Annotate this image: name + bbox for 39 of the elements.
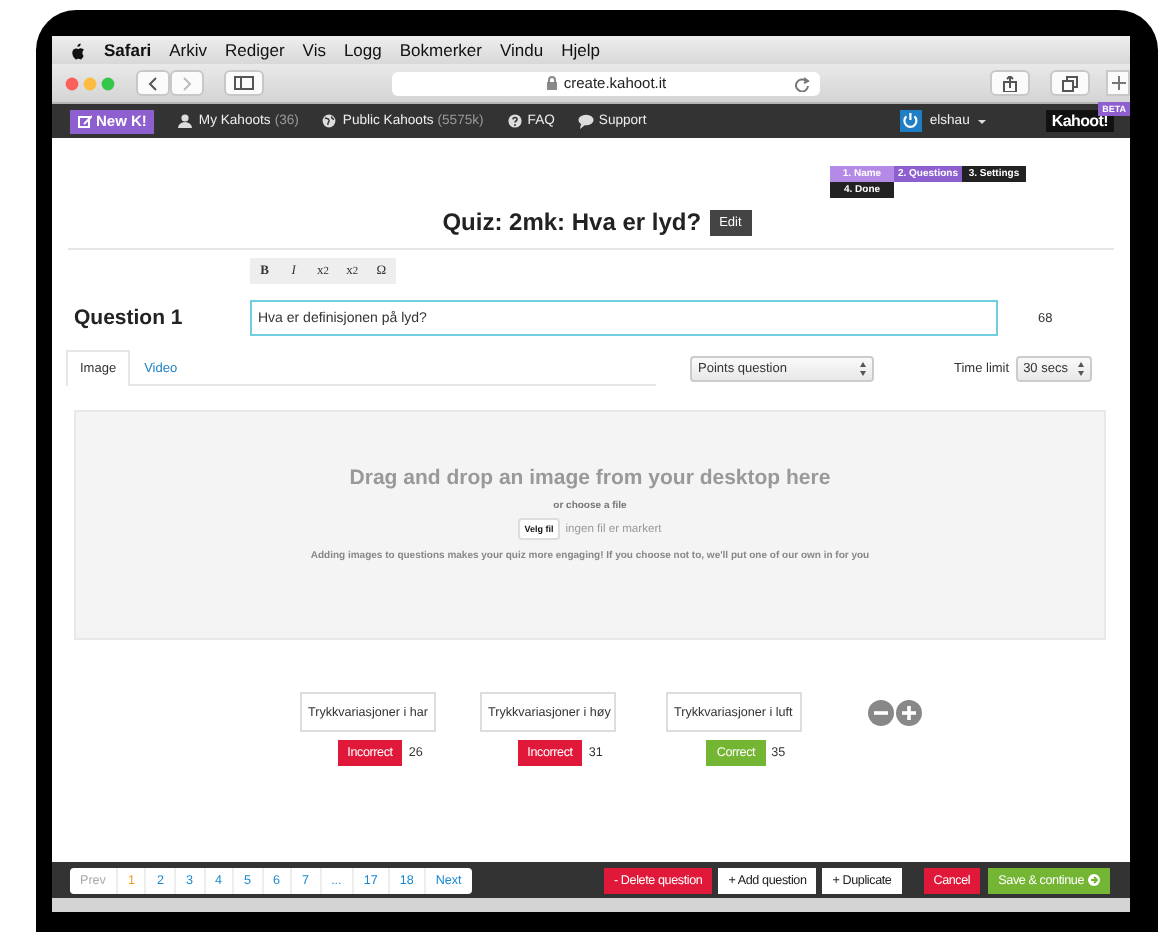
sidebar-button[interactable]	[224, 70, 264, 96]
chat-icon	[578, 113, 595, 129]
menu-item[interactable]: Vindu	[499, 40, 544, 60]
quiz-title: Quiz: 2mk: Hva er lyd?	[442, 208, 702, 236]
menu-item[interactable]: Vis	[302, 40, 326, 60]
power-icon	[902, 112, 920, 130]
tabs-button[interactable]	[1050, 70, 1090, 96]
dropzone-heading: Drag and drop an image from your desktop here	[349, 466, 831, 490]
menu-item[interactable]: Arkiv	[169, 40, 208, 60]
logo[interactable]: Kahoot!	[1045, 110, 1114, 132]
window-controls-icon[interactable]	[64, 75, 116, 91]
caret-icon	[977, 119, 986, 123]
pencil-icon	[78, 114, 92, 128]
reload-icon[interactable]	[794, 75, 810, 91]
updown-icon	[860, 362, 866, 376]
tabs-icon	[1062, 75, 1078, 91]
sidebar-icon	[234, 76, 254, 90]
menu-item[interactable]: Rediger	[225, 40, 285, 60]
forward-icon	[182, 75, 192, 91]
menu-item[interactable]: Bokmerker	[399, 40, 482, 60]
share-button[interactable]	[990, 70, 1030, 96]
person-icon	[178, 113, 195, 129]
arrow-icon	[1088, 874, 1100, 886]
apple-icon[interactable]	[68, 40, 86, 60]
back-icon	[148, 75, 158, 91]
globe-icon	[322, 113, 339, 129]
menu-item[interactable]: Safari	[104, 40, 152, 60]
question-label: Question 1	[74, 306, 185, 330]
updown-icon	[1077, 362, 1084, 376]
plus-icon	[1111, 76, 1125, 90]
back-button[interactable]	[136, 70, 170, 96]
remove-icon[interactable]	[868, 700, 894, 726]
add-icon[interactable]	[896, 700, 922, 726]
lock-icon	[545, 76, 558, 90]
menu-item[interactable]: Hjelp	[561, 40, 600, 60]
new-tab-button[interactable]	[1106, 70, 1130, 96]
help-icon	[507, 113, 524, 129]
menu-item[interactable]: Logg	[343, 40, 382, 60]
share-icon	[1002, 75, 1018, 91]
